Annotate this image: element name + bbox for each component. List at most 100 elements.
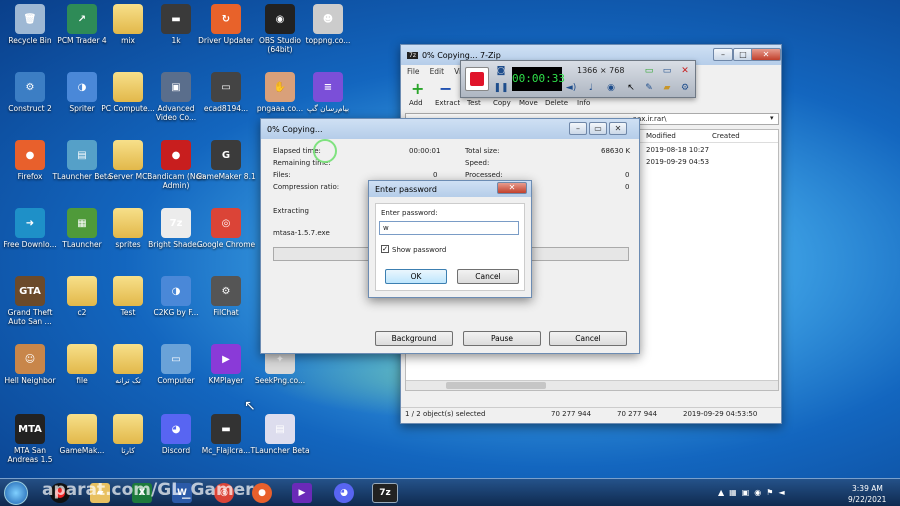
files-value: 0 [433,171,438,179]
copying-close-button[interactable]: ✕ [609,122,627,135]
desktop-icon[interactable]: GTA Grand Theft Auto San ... [0,276,60,326]
desktop-icon-label: toppng.co... [305,36,351,45]
desktop-icon[interactable]: 🗑 Recycle Bin [0,4,60,45]
desktop-icon[interactable]: MTA MTA San Andreas 1.5 [0,414,60,464]
taskbar-kmplayer-icon[interactable]: ▶ [292,483,312,503]
tool-move[interactable]: Move [519,99,538,107]
close-recorder-icon[interactable]: ✕ [677,64,693,78]
desktop-icon-label: Construct 2 [8,104,52,113]
desktop-icon-image [113,140,143,170]
desktop-icon-image: GTA [15,276,45,306]
tool-add[interactable]: Add [409,99,423,107]
desktop-icon[interactable]: ↻ Driver Updater [196,4,256,45]
password-value: w [383,224,389,232]
window-icon[interactable]: ▭ [659,64,675,78]
desktop-icon[interactable]: ● Firefox [0,140,60,181]
cancel-button[interactable]: Cancel [549,331,627,346]
tool-copy[interactable]: Copy [493,99,511,107]
desktop-icon[interactable]: ▶ KMPlayer [196,344,256,385]
webcam-icon[interactable]: ◉ [603,81,619,95]
add-icon[interactable]: + [411,81,424,97]
tray-volume-icon[interactable]: ◄ [778,488,784,497]
desktop-icon[interactable]: ▤ TLauncher Beta [250,414,310,455]
cursor-icon[interactable]: ↖ [623,81,639,95]
tool-info[interactable]: Info [577,99,590,107]
start-button[interactable] [4,481,28,505]
ratio-label: Compression ratio: [273,183,340,191]
desktop-icon-image: 🗑 [15,4,45,34]
maximize-button[interactable]: □ [733,48,753,61]
desktop-icon-image: G [211,140,241,170]
desktop-icon-image: ☻ [313,4,343,34]
col-created[interactable]: Created [712,132,740,140]
desktop-icon[interactable]: G GameMaker 8.1 [196,140,256,181]
pen-icon[interactable]: ✎ [641,81,657,95]
status-selected: 1 / 2 object(s) selected [405,410,486,418]
tool-delete[interactable]: Delete [545,99,568,107]
minimize-button[interactable]: – [713,48,733,61]
desktop-icon[interactable]: ☻ toppng.co... [298,4,358,45]
desktop-icon-image: ↗ [67,4,97,34]
horizontal-scrollbar[interactable] [406,380,778,390]
desktop-icon[interactable]: ▬ Mc_Flajlcra... [196,414,256,455]
desktop-icon-image [113,414,143,444]
folder-icon[interactable]: ▰ [659,81,675,95]
desktop-icon-image: ≡ [313,72,343,102]
taskbar-discord-icon[interactable]: ◕ [334,483,354,503]
desktop-icon[interactable]: ◎ Google Chrome [196,208,256,249]
desktop-icon[interactable]: ≡ بیام‌رسان گپ [298,72,358,113]
desktop-icon[interactable]: ⚙ Construct 2 [0,72,60,113]
camera-icon[interactable]: ◙ [493,64,509,78]
scroll-thumb[interactable] [446,382,546,389]
desktop-icon[interactable]: ▭ ecad8194... [196,72,256,113]
password-close-button[interactable]: ✕ [497,182,527,194]
tray-record-icon[interactable]: ◉ [754,488,761,497]
desktop-icon-image: ● [15,140,45,170]
col-modified[interactable]: Modified [646,132,676,140]
mic-icon[interactable]: ♩ [583,81,599,95]
desktop-icon-label: Driver Updater [198,36,254,45]
desktop-icon-image: ⚙ [15,72,45,102]
password-dialog[interactable]: Enter password ✕ Enter password: w ✓ Sho… [368,180,532,298]
screen-recorder-toolbar[interactable]: ◙ ❚❚ 00:00:33 1366 × 768 ▭ ▭ ✕ ◄) ♩ ◉ ↖ … [460,60,696,98]
copying-restore-button[interactable]: ▭ [589,122,607,135]
settings-icon[interactable]: ⚙ [677,81,693,95]
password-cancel-button[interactable]: Cancel [457,269,519,284]
taskbar-7zip-icon[interactable]: 7z [372,483,398,503]
pause-icon[interactable]: ❚❚ [493,81,509,95]
menu-file[interactable]: File [407,67,420,76]
tool-test[interactable]: Test [467,99,481,107]
tray-flag-icon[interactable]: ⚑ [766,488,773,497]
path-dropdown-icon[interactable]: ▾ [770,114,774,122]
tray-network-icon[interactable]: ▦ [729,488,737,497]
speaker-icon[interactable]: ◄) [563,81,579,95]
processed-label: Processed: [465,171,503,179]
ok-button[interactable]: OK [385,269,447,284]
show-password-checkbox[interactable]: ✓ [381,245,389,253]
copying-minimize-button[interactable]: – [569,122,587,135]
tray-arrow-icon[interactable]: ▲ [718,488,724,497]
pause-button[interactable]: Pause [463,331,541,346]
tray-app-icon[interactable]: ▣ [742,488,750,497]
clock-time[interactable]: 3:39 AM [852,484,883,493]
tray-icons[interactable]: ▲ ▦ ▣ ◉ ⚑ ◄ [718,488,785,497]
taskbar-firefox-icon[interactable]: ● [252,483,272,503]
extract-icon[interactable]: − [439,81,452,97]
close-button[interactable]: ✕ [751,48,781,61]
desktop-icon-image: ➜ [15,208,45,238]
desktop-icon[interactable]: ➜ Free Downlo... [0,208,60,249]
desktop-icon[interactable]: ☺ Hell Neighbor [0,344,60,385]
menu-edit[interactable]: Edit [430,67,445,76]
tool-extract[interactable]: Extract [435,99,460,107]
clock-date[interactable]: 9/22/2021 [848,495,886,504]
elapsed-value: 00:00:01 [409,147,441,155]
desktop-icon[interactable]: ⚙ FilChat [196,276,256,317]
record-button[interactable] [465,67,489,91]
desktop-icon-image: ▦ [67,208,97,238]
desktop-icon-label: Recycle Bin [8,36,52,45]
status-date: 2019-09-29 04:53:50 [683,410,758,418]
password-input[interactable]: w [379,221,519,235]
background-button[interactable]: Background [375,331,453,346]
sevenzip-app-icon: 7z [407,51,418,59]
fullscreen-icon[interactable]: ▭ [641,64,657,78]
